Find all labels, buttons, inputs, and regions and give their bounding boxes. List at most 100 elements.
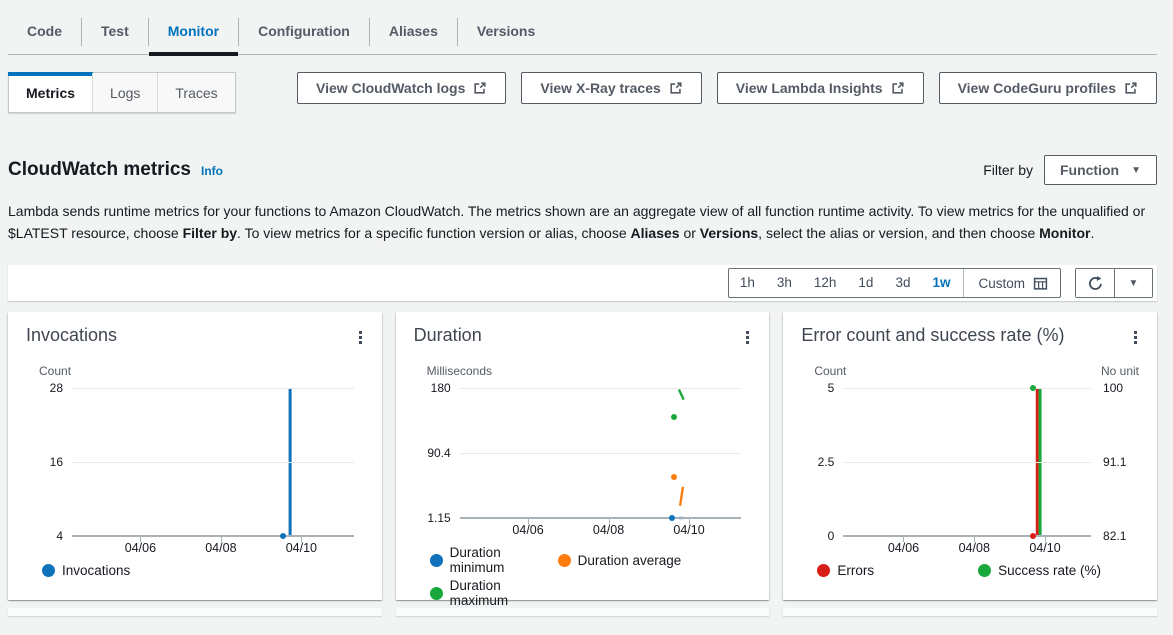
button-label: View X-Ray traces <box>540 80 660 96</box>
gridline <box>843 388 1091 389</box>
duration-chart-card: Duration Milliseconds 18090.41.15 04/060… <box>396 312 770 600</box>
y-axis-tick-label: 16 <box>50 455 63 469</box>
legend-label: Success rate (%) <box>998 563 1101 578</box>
description-text: Lambda sends runtime metrics for your fu… <box>8 200 1157 244</box>
legend-color-dot <box>430 587 443 600</box>
legend-item: Invocations <box>42 563 130 578</box>
y-axis-tick-label: 4 <box>56 529 63 543</box>
x-axis-tick-label: 04/10 <box>673 523 704 537</box>
time-range-1d[interactable]: 1d <box>847 269 884 297</box>
tab-aliases[interactable]: Aliases <box>370 10 457 54</box>
tab-versions[interactable]: Versions <box>458 10 554 54</box>
y2-axis-ticks <box>354 388 364 536</box>
x-axis-tick-label: 04/08 <box>205 541 236 555</box>
legend-item: Duration average <box>558 545 686 575</box>
tab-monitor[interactable]: Monitor <box>149 10 238 54</box>
legend-label: Duration maximum <box>450 578 558 608</box>
chart-title: Duration <box>414 325 482 346</box>
divider <box>963 269 964 297</box>
y-axis-unit-label: Count <box>39 364 71 382</box>
tab-configuration[interactable]: Configuration <box>239 10 369 54</box>
y-axis-ticks: 18090.41.15 <box>414 388 460 518</box>
y2-axis-tick-label: 91.1 <box>1103 455 1126 469</box>
data-point-dot <box>1030 385 1036 391</box>
time-range-3d[interactable]: 3d <box>884 269 921 297</box>
data-point-dot <box>671 414 677 420</box>
y-axis-ticks: 28164 <box>26 388 72 536</box>
button-label: View CloudWatch logs <box>316 80 465 96</box>
legend-label: Duration average <box>578 553 682 568</box>
gridline <box>460 453 742 454</box>
time-range-12h[interactable]: 12h <box>803 269 848 297</box>
custom-label: Custom <box>978 276 1025 291</box>
y-axis-tick-label: 1.15 <box>427 511 450 525</box>
button-label: View CodeGuru profiles <box>958 80 1116 96</box>
view-lambda-insights-button[interactable]: View Lambda Insights <box>717 72 924 104</box>
invocations-chart-card: Invocations Count 28164 04/0604/0804/10 … <box>8 312 382 600</box>
gridline <box>72 388 354 389</box>
y-axis-tick-label: 90.4 <box>427 446 450 460</box>
subtab-traces[interactable]: Traces <box>157 73 234 112</box>
chart-legend: Invocations <box>42 563 364 578</box>
tab-test[interactable]: Test <box>82 10 148 54</box>
data-series-line <box>680 487 683 506</box>
y-axis-unit-label: Milliseconds <box>427 364 492 382</box>
chart-legend: Duration minimumDuration averageDuration… <box>430 545 752 608</box>
metrics-logs-traces-tabs: Metrics Logs Traces <box>8 72 236 113</box>
info-link[interactable]: Info <box>201 164 223 178</box>
y2-axis-ticks <box>741 388 751 518</box>
custom-range-button[interactable]: Custom <box>966 276 1060 291</box>
external-view-buttons: View CloudWatch logs View X-Ray traces V… <box>297 72 1157 104</box>
card-stub <box>396 608 770 616</box>
x-axis-tick-label: 04/08 <box>959 541 990 555</box>
monitor-toolbar: Metrics Logs Traces View CloudWatch logs… <box>8 72 1157 113</box>
gridline <box>72 462 354 463</box>
legend-color-dot <box>817 564 830 577</box>
next-cards-row-partial <box>8 608 1157 616</box>
time-range-1h[interactable]: 1h <box>729 269 766 297</box>
legend-color-dot <box>978 564 991 577</box>
time-range-bar: 1h 3h 12h 1d 3d 1w Custom ▼ <box>8 265 1157 301</box>
chart-plot-area <box>843 388 1091 536</box>
legend-item: Duration maximum <box>430 578 558 608</box>
view-codeguru-profiles-button[interactable]: View CodeGuru profiles <box>939 72 1157 104</box>
refresh-button[interactable] <box>1076 269 1114 297</box>
external-link-icon <box>669 81 683 95</box>
time-range-1w[interactable]: 1w <box>921 269 961 297</box>
tab-code[interactable]: Code <box>8 10 81 54</box>
x-axis-labels: 04/0604/0804/10 <box>843 537 1091 556</box>
chart-menu-button[interactable] <box>353 325 368 350</box>
cloudwatch-metrics-header: CloudWatch metrics Info Filter by Functi… <box>8 155 1157 185</box>
legend-item: Errors <box>817 563 978 578</box>
y-axis-tick-label: 28 <box>50 381 63 395</box>
data-point-dot <box>671 474 677 480</box>
chart-title: Error count and success rate (%) <box>801 325 1064 346</box>
view-xray-traces-button[interactable]: View X-Ray traces <box>521 72 701 104</box>
chart-menu-button[interactable] <box>740 325 755 350</box>
x-axis-tick-label: 04/10 <box>286 541 317 555</box>
external-link-icon <box>891 81 905 95</box>
chart-plot-area <box>72 388 354 536</box>
x-axis-tick-label: 04/06 <box>888 541 919 555</box>
subtab-logs[interactable]: Logs <box>92 73 157 112</box>
x-axis-tick-label: 04/08 <box>593 523 624 537</box>
legend-label: Invocations <box>62 563 130 578</box>
refresh-options-dropdown[interactable]: ▼ <box>1114 269 1152 297</box>
legend-label: Errors <box>837 563 874 578</box>
data-point-dot <box>1030 533 1036 539</box>
data-series-line <box>679 389 684 399</box>
time-range-3h[interactable]: 3h <box>766 269 803 297</box>
subtab-metrics[interactable]: Metrics <box>9 73 92 112</box>
data-point-dot <box>280 533 286 539</box>
card-stub <box>8 608 382 616</box>
legend-color-dot <box>430 554 443 567</box>
x-axis-labels: 04/0604/0804/10 <box>72 537 354 556</box>
view-cloudwatch-logs-button[interactable]: View CloudWatch logs <box>297 72 506 104</box>
y2-axis-ticks: 10091.182.1 <box>1091 388 1139 536</box>
x-axis-labels: 04/0604/0804/10 <box>460 519 742 538</box>
filter-function-dropdown[interactable]: Function ▼ <box>1044 155 1157 185</box>
chart-menu-button[interactable] <box>1128 325 1143 350</box>
card-stub <box>783 608 1157 616</box>
data-point-dot <box>669 515 675 521</box>
y2-axis-tick-label: 82.1 <box>1103 529 1126 543</box>
